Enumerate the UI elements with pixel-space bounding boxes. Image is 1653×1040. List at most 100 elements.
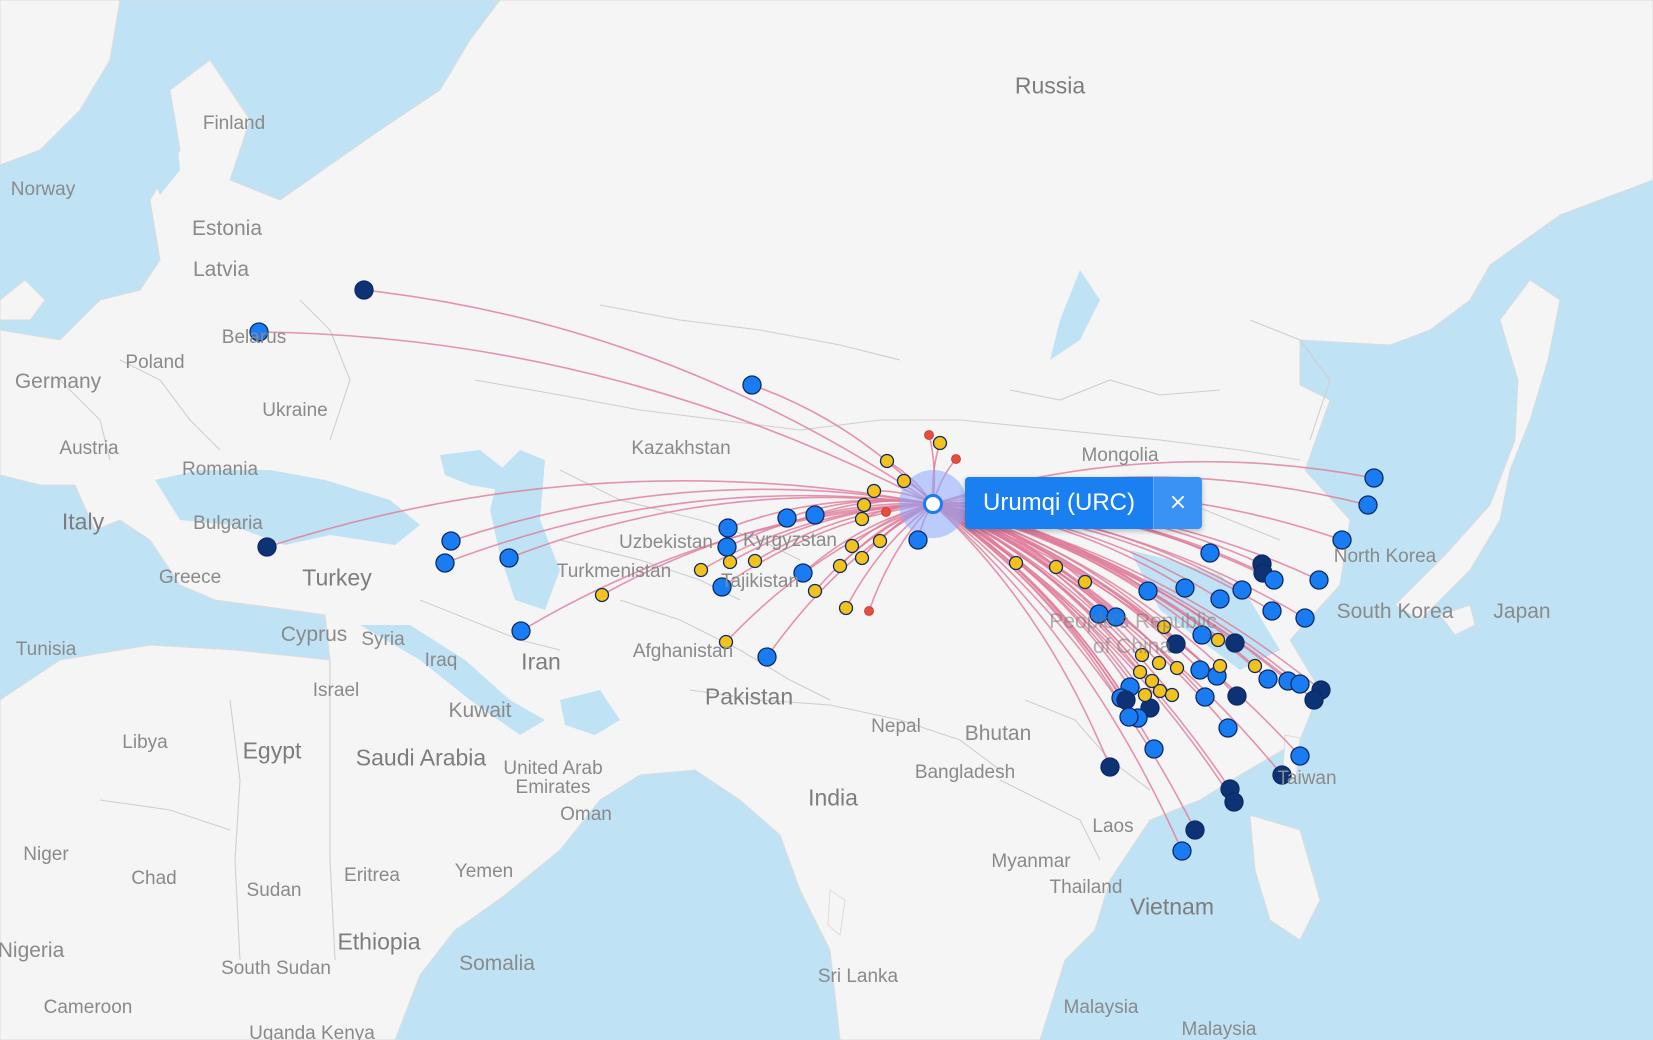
airport-marker[interactable] xyxy=(1100,757,1120,777)
map-label: Bangladesh xyxy=(914,762,1016,783)
airport-marker[interactable] xyxy=(854,511,870,527)
airport-marker[interactable] xyxy=(856,497,872,513)
airport-marker[interactable] xyxy=(1200,543,1220,563)
map-label: Malaysia xyxy=(1181,1019,1257,1040)
airport-marker[interactable] xyxy=(1224,792,1244,812)
map-label: Thailand xyxy=(1049,877,1123,898)
route-line xyxy=(258,331,934,505)
map-label: Egypt xyxy=(242,737,302,764)
map-label: India xyxy=(808,784,858,811)
airport-marker[interactable] xyxy=(1116,690,1136,710)
airport-marker[interactable] xyxy=(1185,820,1205,840)
airport-marker[interactable] xyxy=(1364,468,1384,488)
airport-marker[interactable] xyxy=(1210,589,1230,609)
airport-marker[interactable] xyxy=(924,430,934,440)
airport-marker[interactable] xyxy=(1309,570,1329,590)
map-label: Ukraine xyxy=(262,400,328,421)
airport-marker[interactable] xyxy=(354,280,374,300)
airport-marker[interactable] xyxy=(1262,601,1282,621)
airport-marker[interactable] xyxy=(435,553,455,573)
airport-marker[interactable] xyxy=(881,507,891,517)
map-label: People's Republic xyxy=(1049,610,1217,633)
airport-marker[interactable] xyxy=(742,375,762,395)
airport-marker[interactable] xyxy=(896,473,912,489)
airport-marker[interactable] xyxy=(257,537,277,557)
map-label: Eritrea xyxy=(344,865,400,886)
airport-marker[interactable] xyxy=(1169,660,1185,676)
airport-marker[interactable] xyxy=(594,587,610,603)
route-line xyxy=(363,289,934,505)
map-label: Japan xyxy=(1493,600,1551,623)
airport-marker[interactable] xyxy=(1358,495,1378,515)
map-label: Turkmenistan xyxy=(556,561,672,582)
map-label: Russia xyxy=(1014,72,1086,99)
airport-marker[interactable] xyxy=(1119,707,1139,727)
airport-marker[interactable] xyxy=(932,435,948,451)
map-label: Vietnam xyxy=(1130,893,1214,920)
airport-marker[interactable] xyxy=(1144,739,1164,759)
route-map[interactable]: Russia Finland Norway Estonia Latvia Belarus P… xyxy=(0,0,1653,1040)
airport-marker[interactable] xyxy=(1172,841,1192,861)
airport-popup-label[interactable]: Urumqi (URC) xyxy=(965,477,1153,529)
airport-marker[interactable] xyxy=(757,647,777,667)
airport-marker[interactable] xyxy=(722,554,738,570)
airport-marker[interactable] xyxy=(1290,674,1310,694)
airport-marker[interactable] xyxy=(1290,746,1310,766)
map-label: South Sudan xyxy=(221,958,331,979)
airport-marker[interactable] xyxy=(1137,687,1153,703)
airport-marker[interactable] xyxy=(717,537,737,557)
map-label: South Korea xyxy=(1336,600,1454,623)
airport-marker[interactable] xyxy=(1048,559,1064,575)
airport-marker[interactable] xyxy=(872,533,888,549)
airport-marker[interactable] xyxy=(693,562,709,578)
airport-marker[interactable] xyxy=(1247,658,1263,674)
airport-marker[interactable] xyxy=(832,558,848,574)
airport-marker[interactable] xyxy=(844,538,860,554)
airport-marker[interactable] xyxy=(866,483,882,499)
airport-marker[interactable] xyxy=(1190,660,1210,680)
airport-marker[interactable] xyxy=(1008,555,1024,571)
airport-marker[interactable] xyxy=(1175,578,1195,598)
airport-marker[interactable] xyxy=(1138,581,1158,601)
airport-marker[interactable] xyxy=(1232,580,1252,600)
map-label: Chad xyxy=(131,868,177,889)
airport-marker[interactable] xyxy=(1258,669,1278,689)
map-label: Romania xyxy=(181,459,259,480)
airport-marker[interactable] xyxy=(1164,687,1180,703)
airport-marker[interactable] xyxy=(441,531,461,551)
airport-marker[interactable] xyxy=(1264,570,1284,590)
map-label: Emirates xyxy=(515,777,591,798)
airport-marker[interactable] xyxy=(499,548,519,568)
airport-marker[interactable] xyxy=(1218,718,1238,738)
airport-marker[interactable] xyxy=(951,454,961,464)
airport-marker[interactable] xyxy=(854,550,870,566)
airport-marker[interactable] xyxy=(1195,687,1215,707)
map-label: Austria xyxy=(59,438,119,459)
airport-marker[interactable] xyxy=(1304,690,1324,710)
airport-marker[interactable] xyxy=(1210,632,1226,648)
airport-marker[interactable] xyxy=(1212,658,1228,674)
airport-marker[interactable] xyxy=(807,583,823,599)
airport-marker[interactable] xyxy=(838,600,854,616)
map-label: of China xyxy=(1092,635,1172,658)
airport-marker[interactable] xyxy=(777,508,797,528)
map-label: Kyrgyzstan xyxy=(743,530,837,551)
airport-marker[interactable] xyxy=(1132,664,1148,680)
map-label: Sudan xyxy=(246,880,302,901)
airport-marker[interactable] xyxy=(864,606,874,616)
airport-marker[interactable] xyxy=(1152,683,1168,699)
close-icon[interactable]: × xyxy=(1153,477,1202,529)
airport-marker[interactable] xyxy=(1225,633,1245,653)
airport-marker[interactable] xyxy=(908,530,928,550)
airport-marker[interactable] xyxy=(805,505,825,525)
airport-marker[interactable] xyxy=(511,621,531,641)
airport-marker[interactable] xyxy=(1295,608,1315,628)
map-label: Oman xyxy=(560,804,612,825)
airport-marker[interactable] xyxy=(1227,686,1247,706)
map-label: Poland xyxy=(125,352,185,373)
airport-marker[interactable] xyxy=(747,553,763,569)
airport-marker[interactable] xyxy=(879,453,895,469)
hub-dot[interactable] xyxy=(923,494,943,514)
airport-marker[interactable] xyxy=(718,518,738,538)
airport-marker[interactable] xyxy=(1077,574,1093,590)
